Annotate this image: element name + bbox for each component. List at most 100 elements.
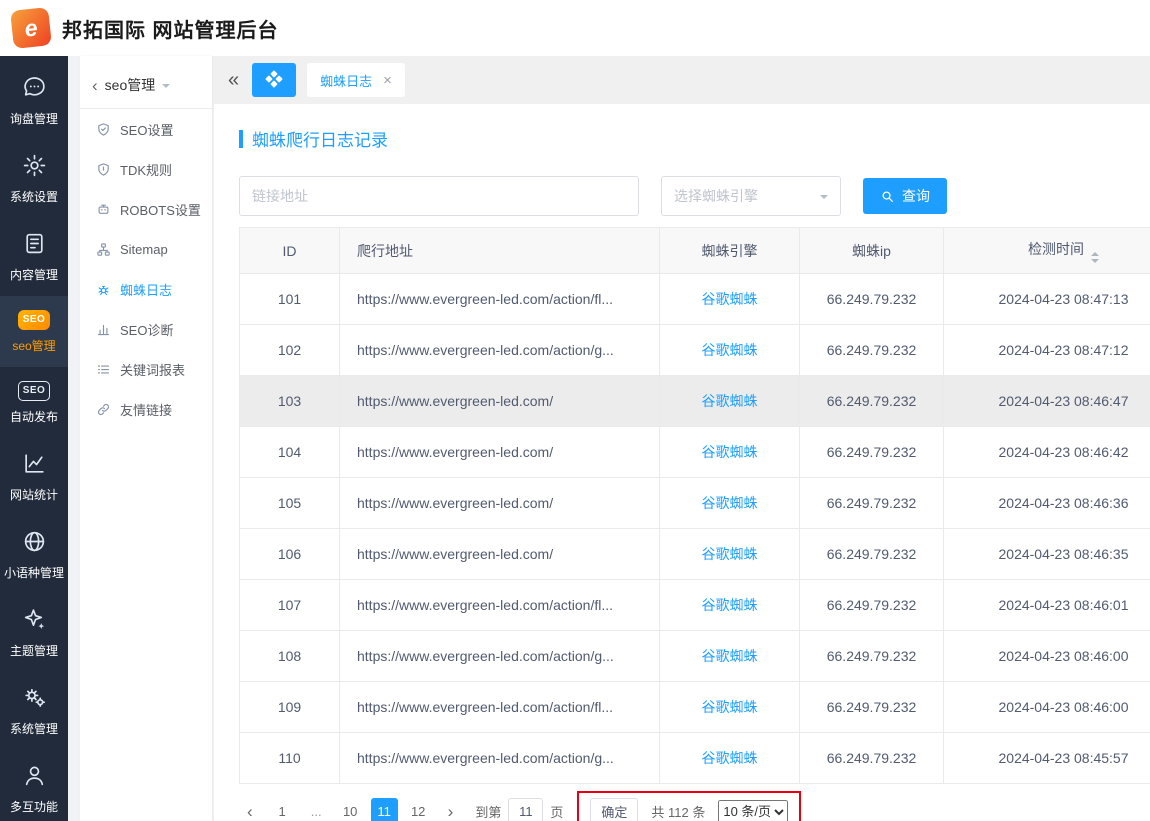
sidebar-item-label: 自动发布 — [10, 408, 58, 425]
sidebar-item-site-stats[interactable]: 网站统计 — [0, 438, 68, 516]
table-row[interactable]: 104 https://www.evergreen-led.com/ 谷歌蜘蛛 … — [240, 427, 1150, 478]
engine-link[interactable]: 谷歌蜘蛛 — [702, 648, 758, 664]
sidebar-item-label: 主题管理 — [10, 642, 58, 659]
table-body: 101 https://www.evergreen-led.com/action… — [240, 274, 1150, 784]
sidebar-item-content[interactable]: 内容管理 — [0, 218, 68, 296]
submenu-item-spider-log[interactable]: 蜘蛛日志 — [80, 269, 212, 309]
submenu-item-label: Sitemap — [120, 242, 168, 257]
close-tab-icon[interactable]: × — [383, 73, 392, 88]
table-row[interactable]: 106 https://www.evergreen-led.com/ 谷歌蜘蛛 … — [240, 529, 1150, 580]
sidebar-item-seo[interactable]: SEO seo管理 — [0, 296, 68, 367]
table-row[interactable]: 105 https://www.evergreen-led.com/ 谷歌蜘蛛 … — [240, 478, 1150, 529]
submenu-item-label: ROBOTS设置 — [120, 200, 201, 219]
page-number-button[interactable]: 12 — [405, 798, 432, 821]
home-tiles-button[interactable] — [252, 63, 296, 97]
back-chevron-icon[interactable]: ‹ — [92, 77, 98, 94]
confirm-button[interactable]: 确定 — [590, 798, 638, 821]
page-number-button[interactable]: ... — [303, 798, 330, 821]
goto-page-input[interactable] — [508, 798, 543, 821]
column-header-id[interactable]: ID — [240, 228, 340, 274]
seo-outline-badge-icon: SEO — [18, 380, 51, 401]
page-title: 蜘蛛爬行日志记录 — [239, 126, 1150, 151]
pagination: ‹ 1 ... 10 11 12 › — [239, 791, 1150, 821]
cell-engine: 谷歌蜘蛛 — [660, 427, 800, 478]
engine-link[interactable]: 谷歌蜘蛛 — [702, 597, 758, 613]
cell-ip: 66.249.79.232 — [800, 274, 944, 325]
engine-link[interactable]: 谷歌蜘蛛 — [702, 750, 758, 766]
column-header-ip[interactable]: 蜘蛛ip — [800, 228, 944, 274]
engine-link[interactable]: 谷歌蜘蛛 — [702, 291, 758, 307]
submenu-item-robots[interactable]: ROBOTS设置 — [80, 189, 212, 229]
next-page-button[interactable]: › — [440, 803, 462, 820]
sidebar-item-system-settings[interactable]: 系统设置 — [0, 140, 68, 218]
page-number-button[interactable]: 10 — [337, 798, 364, 821]
engine-link[interactable]: 谷歌蜘蛛 — [702, 495, 758, 511]
cell-engine: 谷歌蜘蛛 — [660, 376, 800, 427]
engine-link[interactable]: 谷歌蜘蛛 — [702, 393, 758, 409]
cell-time: 2024-04-23 08:46:35 — [944, 529, 1150, 580]
cell-engine: 谷歌蜘蛛 — [660, 733, 800, 784]
cell-engine: 谷歌蜘蛛 — [660, 580, 800, 631]
submenu-item-tdk-rules[interactable]: TDK规则 — [80, 149, 212, 189]
submenu-item-keyword-report[interactable]: 关键词报表 — [80, 349, 212, 389]
page-number-button[interactable]: 11 — [371, 798, 398, 821]
seo-badge-icon: SEO — [18, 309, 51, 330]
sidebar-item-interaction[interactable]: 多互功能 — [0, 750, 68, 821]
sidebar-item-theme[interactable]: 主题管理 — [0, 594, 68, 672]
tab-spider-log[interactable]: 蜘蛛日志 × — [307, 63, 405, 97]
tiles-icon — [264, 69, 284, 92]
cell-engine: 谷歌蜘蛛 — [660, 274, 800, 325]
cell-url: https://www.evergreen-led.com/action/fl.… — [340, 274, 660, 325]
table-row[interactable]: 108 https://www.evergreen-led.com/action… — [240, 631, 1150, 682]
cell-id: 105 — [240, 478, 340, 529]
sidebar-item-languages[interactable]: 小语种管理 — [0, 516, 68, 594]
table-row[interactable]: 109 https://www.evergreen-led.com/action… — [240, 682, 1150, 733]
column-header-time[interactable]: 检测时间 — [944, 228, 1150, 274]
submenu-item-label: 关键词报表 — [120, 360, 185, 379]
submenu-item-seo-settings[interactable]: SEO设置 — [80, 109, 212, 149]
sort-icon[interactable] — [1091, 252, 1099, 263]
engine-link[interactable]: 谷歌蜘蛛 — [702, 444, 758, 460]
page-number-button[interactable]: 1 — [269, 798, 296, 821]
engine-link[interactable]: 谷歌蜘蛛 — [702, 699, 758, 715]
submenu-header[interactable]: ‹ seo管理 — [80, 56, 212, 109]
page-size-select[interactable]: 10 条/页 — [718, 800, 788, 821]
collapse-menu-button[interactable]: « — [228, 70, 239, 90]
table-row[interactable]: 101 https://www.evergreen-led.com/action… — [240, 274, 1150, 325]
chevron-down-icon — [162, 84, 170, 92]
sidebar-item-label: 多互功能 — [10, 798, 58, 815]
cell-ip: 66.249.79.232 — [800, 631, 944, 682]
sidebar-item-label: 小语种管理 — [4, 564, 64, 581]
sidebar-item-inquiry[interactable]: 询盘管理 — [0, 62, 68, 140]
goto-page-group: 到第 页 — [475, 798, 563, 821]
cell-engine: 谷歌蜘蛛 — [660, 478, 800, 529]
title-accent-bar — [239, 130, 243, 148]
prev-page-button[interactable]: ‹ — [239, 803, 261, 820]
sidebar-item-auto-publish[interactable]: SEO 自动发布 — [0, 367, 68, 438]
submenu-item-seo-diagnose[interactable]: SEO诊断 — [80, 309, 212, 349]
engine-link[interactable]: 谷歌蜘蛛 — [702, 342, 758, 358]
cell-ip: 66.249.79.232 — [800, 427, 944, 478]
spider-engine-select[interactable]: 选择蜘蛛引擎 — [661, 176, 841, 216]
engine-link[interactable]: 谷歌蜘蛛 — [702, 546, 758, 562]
table-row[interactable]: 110 https://www.evergreen-led.com/action… — [240, 733, 1150, 784]
cell-id: 103 — [240, 376, 340, 427]
table-row[interactable]: 102 https://www.evergreen-led.com/action… — [240, 325, 1150, 376]
submenu-item-friend-links[interactable]: 友情链接 — [80, 389, 212, 429]
query-button[interactable]: 查询 — [863, 178, 947, 214]
table-row[interactable]: 103 https://www.evergreen-led.com/ 谷歌蜘蛛 … — [240, 376, 1150, 427]
cell-id: 104 — [240, 427, 340, 478]
content-panel: 蜘蛛爬行日志记录 选择蜘蛛引擎 查询 — [214, 104, 1150, 821]
table-row[interactable]: 107 https://www.evergreen-led.com/action… — [240, 580, 1150, 631]
url-search-input[interactable] — [239, 176, 639, 216]
sidebar-item-system-admin[interactable]: 系统管理 — [0, 672, 68, 750]
submenu-item-sitemap[interactable]: Sitemap — [80, 229, 212, 269]
cell-ip: 66.249.79.232 — [800, 478, 944, 529]
page-title-text: 蜘蛛爬行日志记录 — [252, 126, 388, 151]
column-header-url[interactable]: 爬行地址 — [340, 228, 660, 274]
column-header-engine[interactable]: 蜘蛛引擎 — [660, 228, 800, 274]
cell-time: 2024-04-23 08:46:36 — [944, 478, 1150, 529]
annotation-highlight-box: 确定 共 112 条 10 条/页 — [577, 791, 801, 821]
cell-url: https://www.evergreen-led.com/ — [340, 529, 660, 580]
search-toolbar: 选择蜘蛛引擎 查询 — [239, 176, 1150, 216]
